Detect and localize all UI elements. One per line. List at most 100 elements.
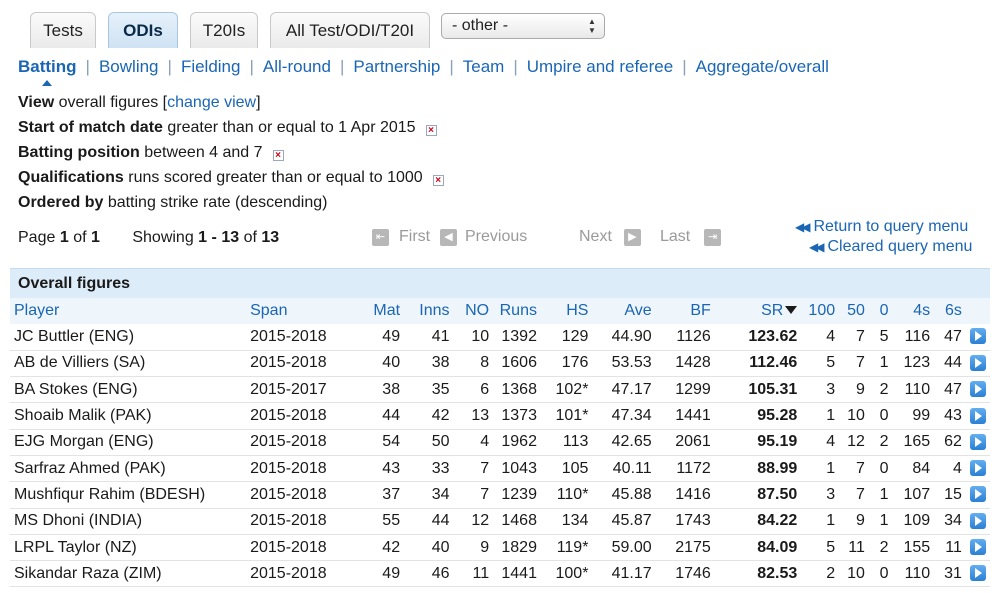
nav-aggregate-overall[interactable]: Aggregate/overall	[696, 57, 829, 76]
first-label: First	[399, 228, 431, 245]
col-header-ave[interactable]: Ave	[592, 298, 656, 324]
cell-player: JC Buttler (ENG)	[10, 324, 247, 351]
cell-hundreds: 3	[801, 376, 840, 404]
col-header-inns[interactable]: Inns	[404, 298, 454, 324]
cell-player: Sikandar Raza (ZIM)	[10, 560, 247, 588]
cell-bf: 1743	[655, 508, 715, 535]
col-header-4s[interactable]: 4s	[892, 298, 935, 324]
cell-span: 2015-2018	[246, 508, 357, 535]
col-header-no[interactable]: NO	[453, 298, 494, 324]
tab-all-formats[interactable]: All Test/ODI/T20I	[270, 12, 430, 48]
change-view-link[interactable]: change view	[167, 94, 256, 111]
cell-mat: 55	[356, 508, 405, 535]
play-arrow-icon[interactable]	[970, 539, 986, 556]
cell-ave: 53.53	[592, 350, 656, 378]
cell-player: EJG Morgan (ENG)	[10, 429, 247, 456]
cell-inns: 41	[404, 324, 454, 351]
criteria-text: greater than or equal to 1 Apr 2015	[167, 119, 416, 136]
tab-odis[interactable]: ODIs	[108, 12, 178, 48]
play-arrow-icon[interactable]	[970, 328, 986, 345]
col-header-runs[interactable]: Runs	[493, 298, 541, 324]
cell-runs: 1468	[493, 508, 541, 535]
cell-no: 9	[453, 534, 494, 562]
play-arrow-icon[interactable]	[970, 565, 986, 582]
nav-bowling[interactable]: Bowling	[99, 57, 159, 76]
cell-ducks: 1	[868, 350, 893, 378]
current-page: 1	[59, 229, 69, 246]
cell-ducks: 1	[868, 508, 893, 535]
cell-sr: 87.50	[714, 481, 802, 509]
cell-fifties: 11	[839, 534, 869, 562]
play-arrow-icon[interactable]	[970, 354, 986, 371]
cell-mat: 43	[356, 455, 405, 483]
criteria-start-date: Start of match date greater than or equa…	[18, 119, 437, 137]
other-format-select[interactable]: - other - ▲ ▼	[441, 13, 605, 39]
col-header-span[interactable]: Span	[246, 298, 357, 324]
col-header-sr[interactable]: SR	[714, 298, 802, 324]
col-header-100[interactable]: 100	[801, 298, 840, 324]
cell-runs: 1962	[493, 429, 541, 456]
cell-hundreds: 3	[801, 481, 840, 509]
separator: |	[513, 57, 518, 76]
cell-span: 2015-2018	[246, 455, 357, 483]
cell-hs: 119*	[540, 534, 593, 562]
cell-hs: 176	[540, 350, 593, 378]
nav-team[interactable]: Team	[463, 57, 505, 76]
remove-criteria-icon[interactable]: ×	[432, 175, 444, 186]
col-header-bf[interactable]: BF	[655, 298, 715, 324]
play-arrow-icon[interactable]	[970, 460, 986, 477]
cell-sixes: 31	[934, 560, 966, 588]
nav-batting[interactable]: Batting	[18, 57, 77, 76]
nav-all-round[interactable]: All-round	[263, 57, 331, 76]
col-header-6s[interactable]: 6s	[934, 298, 966, 324]
cell-ducks: 2	[868, 534, 893, 562]
play-arrow-icon[interactable]	[970, 407, 986, 424]
previous-label: Previous	[465, 228, 528, 245]
table-row: EJG Morgan (ENG) 2015-2018 54 50 4 1962 113 42.…	[10, 429, 990, 456]
col-header-mat[interactable]: Mat	[356, 298, 405, 324]
remove-criteria-icon[interactable]: ×	[272, 150, 284, 161]
col-header-0[interactable]: 0	[868, 298, 893, 324]
play-arrow-icon[interactable]	[970, 381, 986, 398]
cleared-query-menu-link[interactable]: ◀◀ Cleared query menu	[809, 238, 972, 256]
cell-sr: 88.99	[714, 455, 802, 483]
cell-hundreds: 5	[801, 534, 840, 562]
play-arrow-icon[interactable]	[970, 433, 986, 450]
tab-tests[interactable]: Tests	[30, 12, 96, 48]
play-arrow-icon[interactable]	[970, 512, 986, 529]
remove-criteria-icon[interactable]: ×	[425, 125, 437, 136]
cell-runs: 1441	[493, 560, 541, 588]
cell-mat: 54	[356, 429, 405, 456]
col-header-50[interactable]: 50	[839, 298, 869, 324]
cell-hundreds: 1	[801, 402, 840, 430]
first-page-button: ⇤ First	[372, 228, 430, 246]
cell-sr: 82.53	[714, 560, 802, 588]
table-row: Sikandar Raza (ZIM) 2015-2018 49 46 11 1441 10…	[10, 560, 990, 588]
pager-text: Page	[18, 229, 56, 246]
col-header-player[interactable]: Player	[10, 298, 247, 324]
col-header-hs[interactable]: HS	[540, 298, 593, 324]
cell-fours: 123	[892, 350, 935, 378]
return-query-menu-link[interactable]: ◀◀ Return to query menu	[795, 218, 968, 236]
showing-total: 13	[261, 229, 280, 246]
pager-text: of	[243, 229, 257, 246]
criteria-label: Start of match date	[18, 119, 163, 136]
cell-ducks: 0	[868, 455, 893, 483]
cell-ducks: 2	[868, 429, 893, 456]
cell-bf: 1299	[655, 376, 715, 404]
cell-bf: 1126	[655, 324, 715, 351]
nav-partnership[interactable]: Partnership	[353, 57, 440, 76]
previous-page-icon: ◀	[440, 228, 457, 246]
play-arrow-icon[interactable]	[970, 486, 986, 503]
cell-player: BA Stokes (ENG)	[10, 376, 247, 404]
tab-t20is[interactable]: T20Is	[190, 12, 258, 48]
cell-runs: 1392	[493, 324, 541, 351]
showing-to: 13	[221, 229, 240, 246]
nav-fielding[interactable]: Fielding	[181, 57, 241, 76]
cell-player: Shoaib Malik (PAK)	[10, 402, 247, 430]
nav-umpire-referee[interactable]: Umpire and referee	[527, 57, 673, 76]
row-action-cell	[965, 376, 990, 404]
cell-bf: 1441	[655, 402, 715, 430]
cell-hundreds: 1	[801, 508, 840, 535]
cell-inns: 34	[404, 481, 454, 509]
